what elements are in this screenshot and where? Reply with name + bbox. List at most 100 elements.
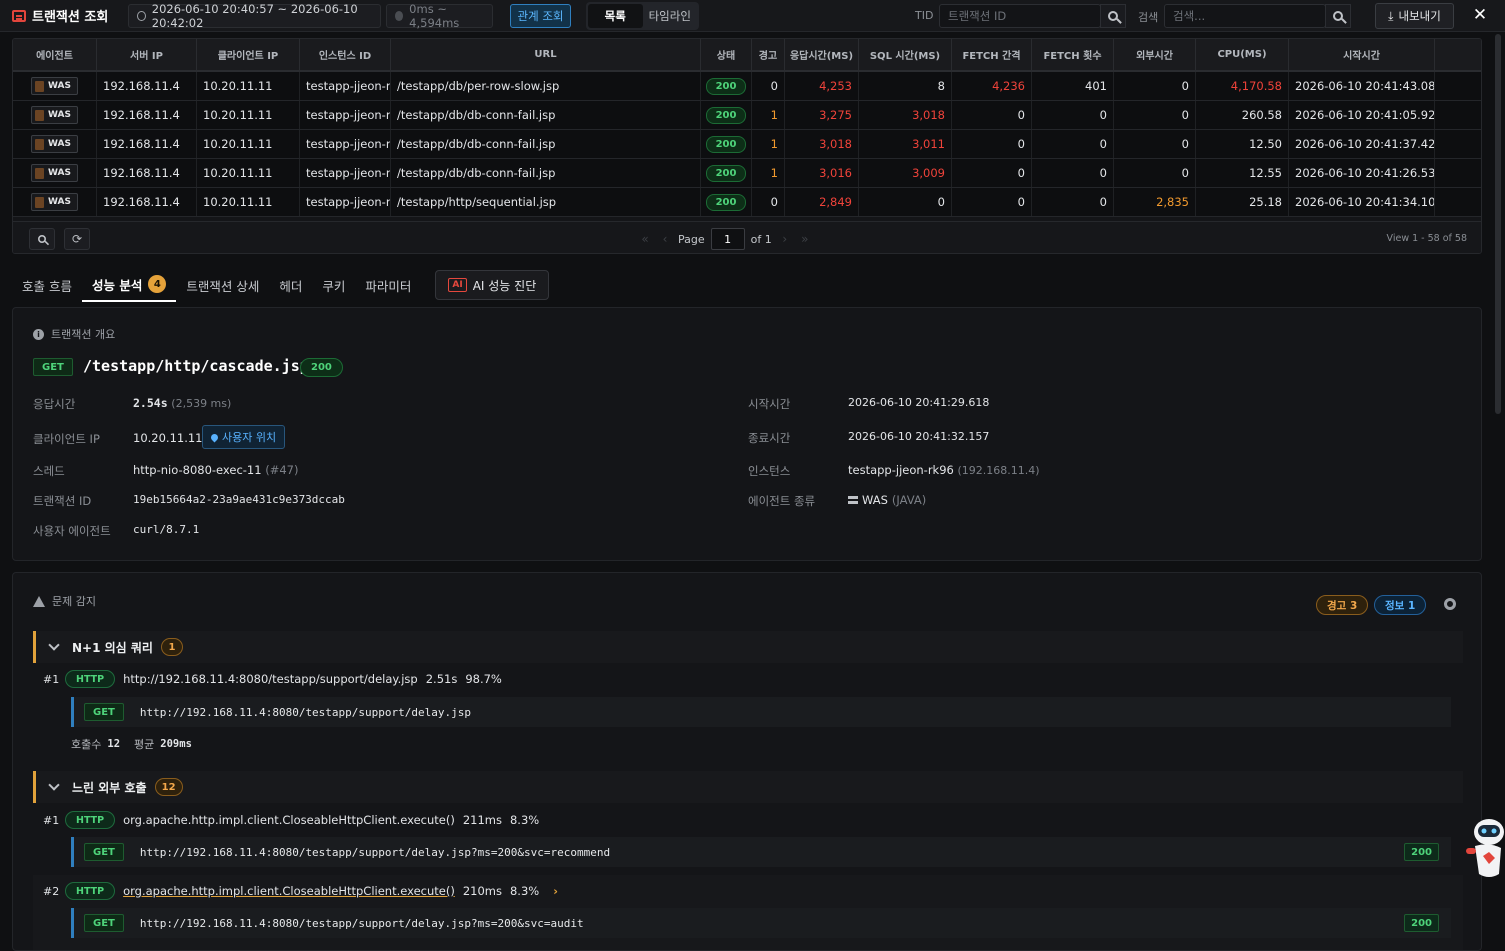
prev-page-icon[interactable]: ‹ bbox=[658, 232, 672, 246]
column-header[interactable]: 서버 IP bbox=[97, 39, 197, 70]
user-location-label: 사용자 위치 bbox=[222, 431, 277, 444]
thread-name: http-nio-8080-exec-11 bbox=[133, 463, 262, 477]
column-header[interactable]: 상태 bbox=[701, 39, 752, 70]
item-number: #1 bbox=[43, 813, 60, 827]
cell-warn: 0 bbox=[752, 72, 785, 100]
cell-fetch-gap: 0 bbox=[952, 159, 1032, 187]
column-header[interactable]: SQL 시간(MS) bbox=[859, 39, 952, 70]
tid-search-button[interactable] bbox=[1100, 4, 1126, 28]
column-header[interactable]: URL bbox=[391, 39, 701, 70]
problems-title-text: 문제 감지 bbox=[52, 595, 96, 608]
cell-cpu: 260.58 bbox=[1196, 101, 1289, 129]
detail-tabs: 호출 흐름 성능 분석 4 트랜잭션 상세 헤더 쿠키 파라미터 AI AI 성능… bbox=[12, 268, 550, 302]
page-of: of 1 bbox=[750, 232, 772, 246]
cell-instance: testapp-jjeon-rk9 bbox=[300, 159, 391, 187]
cell-fetch-cnt: 401 bbox=[1032, 72, 1114, 100]
grid-search-button[interactable] bbox=[29, 228, 55, 250]
column-header[interactable]: 인스턴스 ID bbox=[300, 39, 391, 70]
cell-warn: 1 bbox=[752, 130, 785, 158]
page-input[interactable]: 1 bbox=[710, 228, 745, 250]
table-row[interactable]: WAS 192.168.11.4 10.20.11.11 testapp-jjeon-… bbox=[13, 159, 1481, 188]
view-timeline-button[interactable]: 타임라인 bbox=[643, 4, 698, 28]
view-list-button[interactable]: 목록 bbox=[588, 4, 643, 28]
response-range-filter[interactable]: 0ms ~ 4,594ms bbox=[386, 2, 493, 30]
chevron-down-icon[interactable] bbox=[48, 639, 60, 651]
column-header[interactable]: FETCH 횟수 bbox=[1032, 39, 1114, 70]
table-row[interactable]: WAS 192.168.11.4 10.20.11.11 testapp-jjeon-… bbox=[13, 188, 1481, 217]
thread-label: 스레드 bbox=[33, 464, 65, 478]
request-line: GET http://192.168.11.4:8080/testapp/sup… bbox=[71, 837, 1451, 867]
search-icon bbox=[1108, 11, 1118, 21]
java-icon bbox=[35, 196, 44, 208]
problem-item[interactable]: #2 HTTP org.apache.http.impl.client.Clos… bbox=[43, 882, 558, 900]
warning-count-chip[interactable]: 경고 3 bbox=[1316, 595, 1369, 615]
chevron-down-icon[interactable] bbox=[48, 779, 60, 791]
last-page-icon[interactable]: » bbox=[798, 232, 812, 246]
relation-search-button[interactable]: 관계 조회 bbox=[510, 4, 571, 28]
resp-time-value: 2.54s (2,539 ms) bbox=[133, 396, 231, 410]
first-page-icon[interactable]: « bbox=[638, 232, 652, 246]
method-badge: GET bbox=[84, 703, 124, 721]
page-scrollbar[interactable] bbox=[1495, 34, 1501, 414]
column-header[interactable]: 외부시간 bbox=[1114, 39, 1196, 70]
tab-transaction-detail[interactable]: 트랜잭션 상세 bbox=[176, 268, 269, 302]
instance-label: 인스턴스 bbox=[748, 464, 791, 478]
chevron-right-icon[interactable]: › bbox=[553, 884, 558, 898]
item-target-link[interactable]: org.apache.http.impl.client.CloseableHtt… bbox=[123, 884, 455, 898]
column-header[interactable]: CPU(MS) bbox=[1196, 39, 1289, 70]
status-badge: 200 bbox=[705, 135, 747, 153]
tab-label: 파라미터 bbox=[365, 278, 412, 294]
tid-input[interactable]: 트랜잭션 ID bbox=[939, 4, 1101, 28]
table-row[interactable]: WAS 192.168.11.4 10.20.11.11 testapp-jjeon-… bbox=[13, 101, 1481, 130]
cell-ext: 0 bbox=[1114, 101, 1196, 129]
column-header[interactable]: 클라이언트 IP bbox=[197, 39, 300, 70]
column-header[interactable]: 응답시간(MS) bbox=[785, 39, 859, 70]
search-input[interactable]: 검색... bbox=[1164, 4, 1326, 28]
tab-cookies[interactable]: 쿠키 bbox=[312, 268, 355, 302]
table-row[interactable]: WAS 192.168.11.4 10.20.11.11 testapp-jjeon-… bbox=[13, 130, 1481, 159]
method-badge: GET bbox=[84, 843, 124, 861]
cell-fetch-gap: 0 bbox=[952, 188, 1032, 216]
tab-parameters[interactable]: 파라미터 bbox=[355, 268, 421, 302]
column-header[interactable]: 시작시간 bbox=[1289, 39, 1435, 70]
tab-headers[interactable]: 헤더 bbox=[269, 268, 312, 302]
instance-name: testapp-jjeon-rk96 bbox=[848, 463, 954, 477]
assistant-robot-icon[interactable] bbox=[1463, 812, 1505, 882]
info-count-chip[interactable]: 정보 1 bbox=[1374, 595, 1427, 615]
view-toggle: 목록 타임라인 bbox=[586, 2, 699, 30]
cell-url: /testapp/db/db-conn-fail.jsp bbox=[391, 101, 701, 129]
column-header[interactable]: 에이전트 bbox=[13, 39, 97, 70]
close-icon[interactable]: ✕ bbox=[1470, 4, 1490, 26]
agent-label: WAS bbox=[48, 81, 71, 91]
java-icon bbox=[35, 80, 44, 92]
transaction-overview-panel: i 트랜잭션 개요 GET /testapp/http/cascade.jsp … bbox=[12, 307, 1482, 561]
cell-fetch-gap: 4,236 bbox=[952, 72, 1032, 100]
grid-footer: ⟳ « ‹ Page 1 of 1 › » View 1 - 58 of 58 bbox=[13, 221, 1481, 253]
map-pin-icon bbox=[209, 432, 220, 442]
problem-group-title: N+1 의심 쿼리 bbox=[72, 640, 153, 655]
time-range-picker[interactable]: 2026-06-10 20:40:57 ~ 2026-06-10 20:42:0… bbox=[128, 2, 381, 30]
resp-time-label: 응답시간 bbox=[33, 397, 76, 411]
table-row[interactable]: WAS 192.168.11.4 10.20.11.11 testapp-jjeon-… bbox=[13, 72, 1481, 101]
column-header[interactable]: FETCH 간격 bbox=[952, 39, 1032, 70]
avg-label: 평균 bbox=[134, 738, 155, 751]
overview-title-text: 트랜잭션 개요 bbox=[51, 328, 116, 341]
clock-icon bbox=[137, 11, 146, 21]
column-header[interactable]: 경고 bbox=[752, 39, 785, 70]
ai-diagnosis-button[interactable]: AI AI 성능 진단 bbox=[435, 270, 550, 300]
problem-group-slow-external[interactable]: 느린 외부 호출 12 bbox=[33, 771, 1463, 803]
grid-refresh-button[interactable]: ⟳ bbox=[64, 228, 90, 250]
tab-call-flow[interactable]: 호출 흐름 bbox=[12, 268, 82, 302]
export-button[interactable]: ⤓ 내보내기 bbox=[1375, 3, 1454, 29]
thread-value: http-nio-8080-exec-11 (#47) bbox=[133, 463, 298, 477]
user-location-button[interactable]: 사용자 위치 bbox=[202, 425, 286, 449]
problem-group-n-plus-1[interactable]: N+1 의심 쿼리 1 bbox=[33, 631, 1463, 663]
user-agent-value: curl/8.7.1 bbox=[133, 523, 200, 536]
tab-performance-analysis[interactable]: 성능 분석 4 bbox=[81, 268, 177, 302]
overview-title: i 트랜잭션 개요 bbox=[33, 326, 115, 342]
cell-agent: WAS bbox=[13, 188, 97, 216]
search-button[interactable] bbox=[1325, 4, 1351, 28]
next-page-icon[interactable]: › bbox=[778, 232, 792, 246]
gear-icon[interactable] bbox=[1444, 598, 1456, 610]
window-title: 트랜잭션 조회 bbox=[12, 6, 108, 25]
